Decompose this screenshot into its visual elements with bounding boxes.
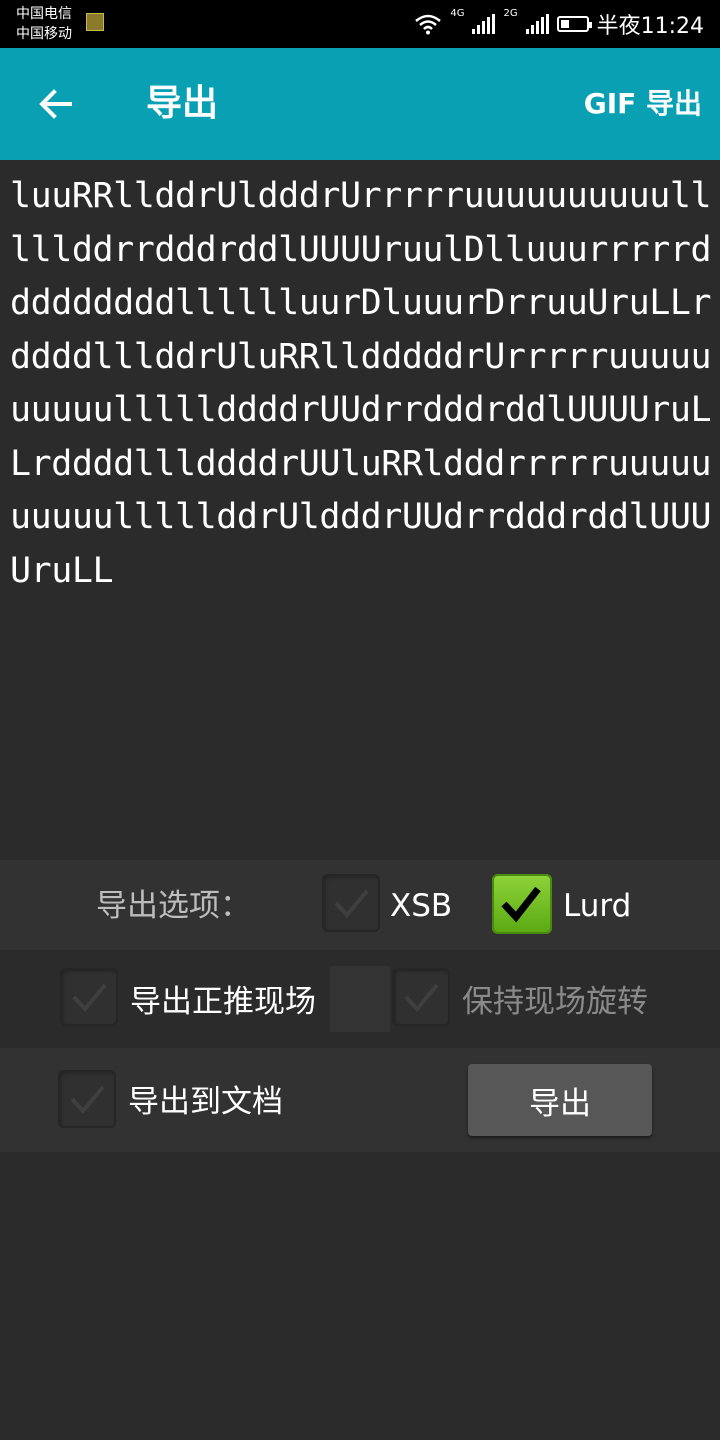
check-icon xyxy=(404,983,439,1013)
check-icon xyxy=(70,1085,105,1115)
check-icon xyxy=(334,889,369,919)
solution-text: luuRRllddrUldddrUrrrrruuuuuuuuuulllllddr… xyxy=(10,176,712,591)
carrier-2: 中国移动 xyxy=(16,26,72,42)
export-button[interactable]: 导出 xyxy=(468,1064,652,1136)
keep-rotation-checkbox[interactable] xyxy=(392,968,450,1026)
push-scene-label: 导出正推现场 xyxy=(130,984,316,1020)
lurd-checkbox[interactable] xyxy=(492,874,552,934)
app-bar: 导出 GIF 导出 xyxy=(0,48,720,160)
sim-card-icon xyxy=(86,13,104,31)
status-bar: 中国电信 中国移动 4G 2G 半夜11:24 xyxy=(0,0,720,48)
page-title: 导出 xyxy=(146,83,219,124)
wifi-icon xyxy=(415,14,442,35)
carrier-labels: 中国电信 中国移动 xyxy=(16,4,72,44)
network-type-2: 2G xyxy=(503,8,518,19)
scene-options-row: 导出正推现场 保持现场旋转 xyxy=(0,950,720,1048)
push-scene-checkbox[interactable] xyxy=(60,968,118,1026)
export-options-label: 导出选项： xyxy=(96,888,251,924)
to-document-label: 导出到文档 xyxy=(128,1084,283,1120)
divider xyxy=(330,966,390,1032)
lurd-label: Lurd xyxy=(563,888,632,924)
to-document-checkbox[interactable] xyxy=(58,1070,116,1128)
keep-rotation-label: 保持现场旋转 xyxy=(462,984,648,1020)
clock: 半夜11:24 xyxy=(596,14,704,39)
xsb-checkbox[interactable] xyxy=(322,874,380,932)
signal-icon-2 xyxy=(525,14,549,34)
check-icon xyxy=(501,886,541,923)
network-type-1: 4G xyxy=(450,8,465,19)
carrier-1: 中国电信 xyxy=(16,6,72,22)
signal-icon xyxy=(472,14,496,34)
arrow-left-icon[interactable] xyxy=(36,84,76,124)
status-icons: 4G 2G 半夜11:24 xyxy=(414,0,704,48)
document-export-row: 导出到文档 导出 xyxy=(0,1048,720,1152)
export-options-row: 导出选项： XSB Lurd xyxy=(0,860,720,950)
check-icon xyxy=(72,983,107,1013)
battery-icon xyxy=(556,16,592,32)
gif-export-button[interactable]: GIF 导出 xyxy=(584,84,702,124)
xsb-label: XSB xyxy=(390,888,453,924)
